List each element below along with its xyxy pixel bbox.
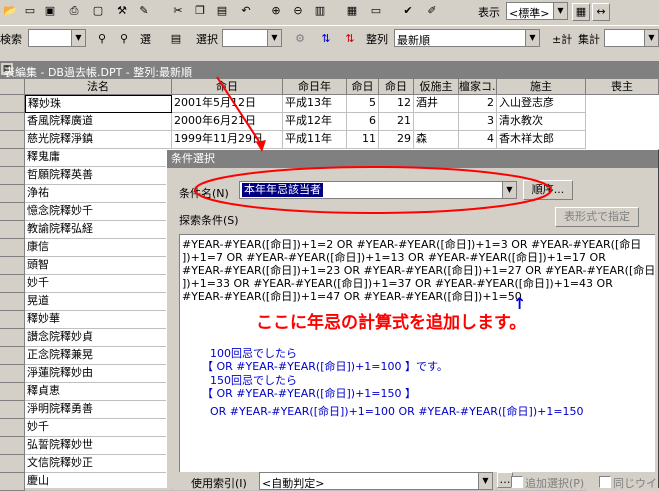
annotation-arrow-line [216,76,263,147]
highlight-ellipse [194,166,552,214]
annotation-overlay [194,76,552,214]
annotation-arrow-head [256,140,266,152]
